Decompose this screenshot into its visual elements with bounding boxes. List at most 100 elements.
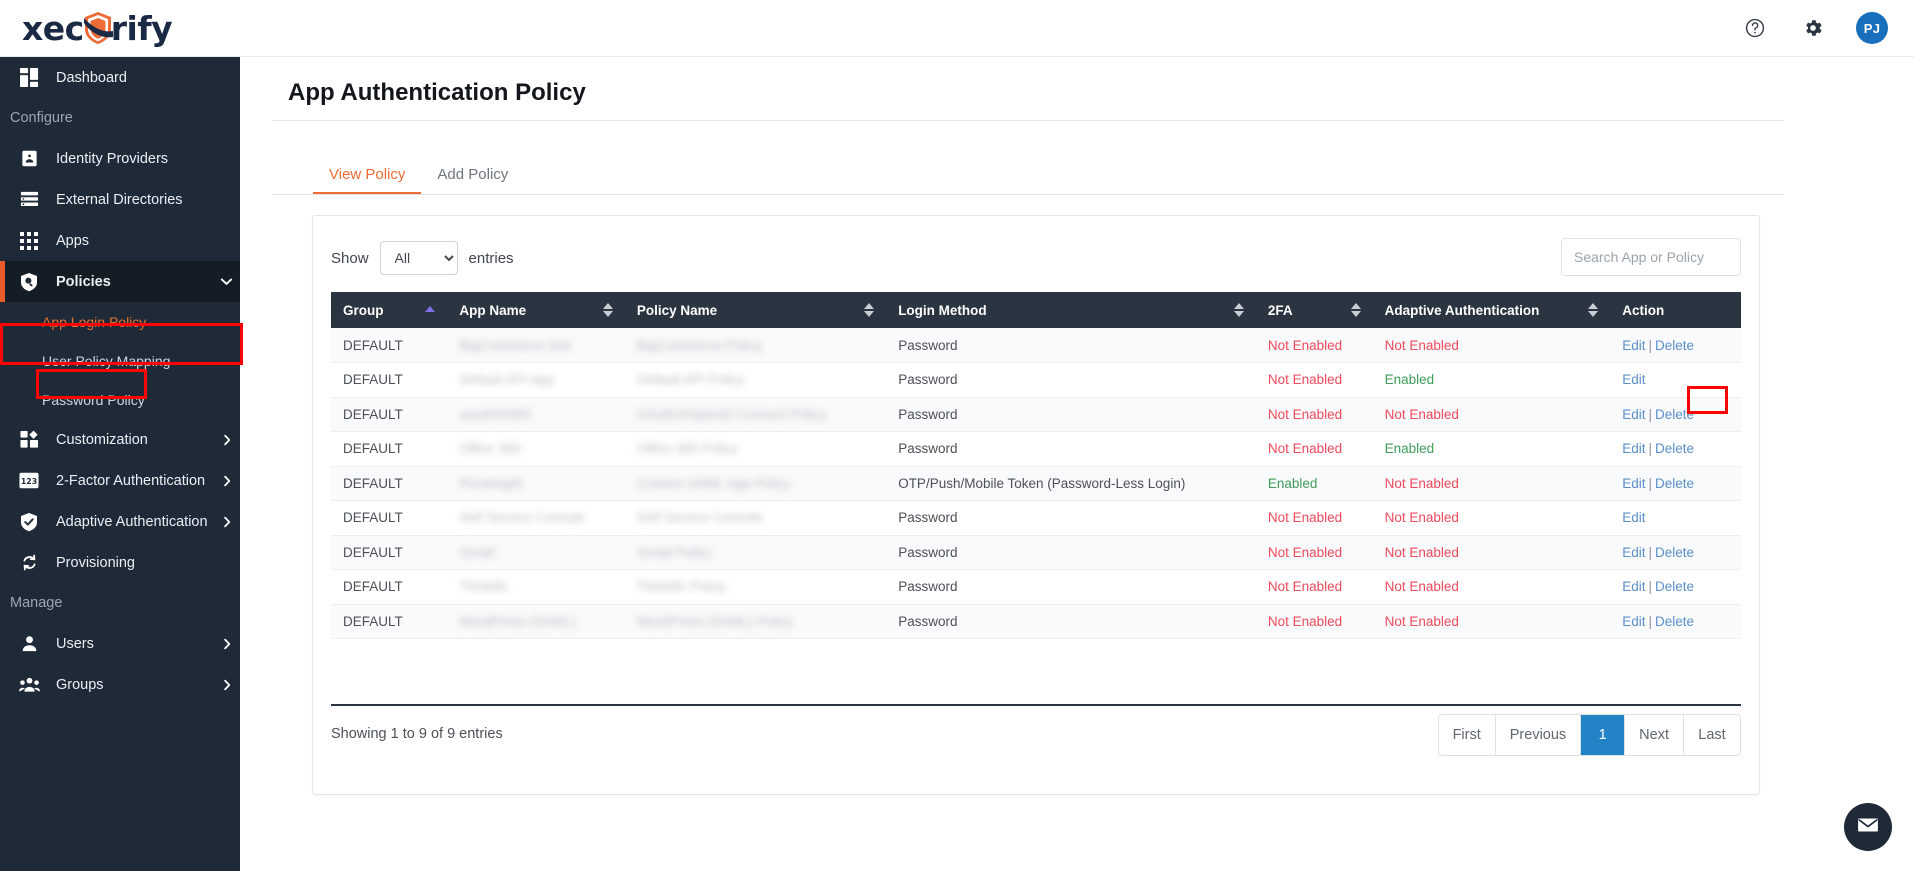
sidebar-item-provisioning[interactable]: Provisioning (0, 542, 240, 583)
sidebar-subitem-password-policy[interactable]: Password Policy (0, 380, 240, 419)
cell-group: DEFAULT (331, 328, 448, 363)
cell-2fa: Not Enabled (1255, 431, 1373, 467)
search-input[interactable] (1561, 238, 1741, 276)
table-row: DEFAULT Self Service Console Self Service … (331, 500, 1741, 536)
cell-policy-name: Office 365 Policy (624, 431, 887, 467)
app-name-value: Office 365 (459, 441, 521, 457)
policy-name-value: WordPress (SAML) Policy (636, 613, 793, 629)
edit-link[interactable]: Edit (1622, 614, 1645, 629)
delete-link[interactable]: Delete (1655, 338, 1694, 353)
column-label: Action (1622, 302, 1665, 318)
chevron-right-icon (220, 433, 234, 447)
column-header-adaptive-authentication[interactable]: Adaptive Authentication (1372, 292, 1611, 328)
sidebar-item-dashboard[interactable]: Dashboard (0, 57, 240, 98)
pagination-last[interactable]: Last (1684, 715, 1740, 755)
sidebar-item-users[interactable]: Users (0, 623, 240, 664)
cell-action: Edit | Delete (1610, 604, 1741, 639)
pagination-first[interactable]: First (1439, 715, 1496, 755)
chat-support-button[interactable] (1844, 803, 1892, 851)
cell-app-name: BigCommerce test (447, 328, 625, 363)
policy-name-value: BigCommerce Policy (636, 337, 763, 353)
column-header-app-name[interactable]: App Name (447, 292, 625, 328)
delete-link[interactable]: Delete (1655, 545, 1694, 560)
pagination-page-1[interactable]: 1 (1581, 715, 1626, 755)
tab-view-policy[interactable]: View Policy (313, 166, 422, 194)
sidebar-item-2-factor-authentication[interactable]: 123 2-Factor Authentication (0, 460, 240, 501)
edit-link[interactable]: Edit (1622, 407, 1645, 422)
sidebar-item-external-directories[interactable]: External Directories (0, 179, 240, 220)
chevron-right-icon (220, 515, 234, 529)
sort-icon (1233, 303, 1244, 317)
edit-link[interactable]: Edit (1622, 510, 1645, 525)
action-separator: | (1648, 441, 1653, 457)
sidebar-item-identity-providers[interactable]: Identity Providers (0, 138, 240, 179)
edit-link[interactable]: Edit (1622, 476, 1645, 491)
policy-name-value: Gmail Policy (636, 544, 712, 560)
edit-link[interactable]: Edit (1622, 441, 1645, 456)
show-entries-control: Show All 10 25 50 100 entries (331, 241, 514, 275)
sidebar-item-apps[interactable]: Apps (0, 220, 240, 261)
tab-add-policy[interactable]: Add Policy (421, 166, 524, 194)
chevron-right-icon (220, 637, 234, 651)
delete-link[interactable]: Delete (1655, 579, 1694, 594)
column-label: Policy Name (636, 302, 718, 318)
cell-group: DEFAULT (331, 431, 448, 467)
table-row: DEFAULT Default API App Default API Policy… (331, 362, 1741, 398)
column-label: Group (343, 302, 384, 318)
policy-name-value: Thinkific Policy (636, 579, 727, 595)
column-header-policy-name[interactable]: Policy Name (624, 292, 887, 328)
chevron-down-icon (219, 274, 234, 289)
cell-policy-name: Custom SAML App Policy (624, 466, 887, 501)
cell-login-method: Password (886, 604, 1256, 639)
help-circle-icon[interactable] (1740, 13, 1770, 43)
status-badge-2fa: Not Enabled (1267, 372, 1343, 388)
pagination-next[interactable]: Next (1625, 715, 1684, 755)
column-header-login-method[interactable]: Login Method (886, 292, 1256, 328)
status-badge-2fa: Not Enabled (1267, 510, 1343, 526)
entries-info: Showing 1 to 9 of 9 entries (331, 726, 503, 742)
edit-link[interactable]: Edit (1622, 338, 1645, 353)
column-header-group[interactable]: Group (331, 292, 448, 328)
cell-login-method: Password (886, 500, 1256, 536)
table-row: DEFAULT WordPress (SAML) WordPress (SAML) … (331, 604, 1741, 639)
sidebar-item-groups[interactable]: Groups (0, 664, 240, 705)
status-badge-adaptive: Enabled (1384, 441, 1435, 457)
users-group-icon (18, 674, 40, 696)
cell-adaptive-authentication: Not Enabled (1372, 500, 1611, 536)
svg-text:123: 123 (21, 477, 37, 486)
delete-link[interactable]: Delete (1655, 441, 1694, 456)
edit-link[interactable]: Edit (1622, 372, 1645, 387)
column-label: 2FA (1267, 302, 1293, 318)
page-length-select[interactable]: All 10 25 50 100 (379, 241, 458, 275)
sidebar-item-customization[interactable]: Customization (0, 419, 240, 460)
delete-link[interactable]: Delete (1655, 476, 1694, 491)
status-badge-adaptive: Not Enabled (1384, 544, 1459, 560)
cell-group: DEFAULT (331, 397, 448, 432)
status-badge-adaptive: Not Enabled (1384, 337, 1459, 353)
column-header-2fa[interactable]: 2FA (1255, 292, 1373, 328)
avatar[interactable]: PJ (1856, 12, 1888, 44)
pagination-previous[interactable]: Previous (1496, 715, 1582, 755)
delete-link[interactable]: Delete (1655, 614, 1694, 629)
cell-app-name: Office 365 (447, 431, 625, 467)
column-label: App Name (459, 302, 527, 318)
sidebar-subitem-app-login-policy[interactable]: App Login Policy (0, 302, 240, 341)
sidebar-item-adaptive-authentication[interactable]: Adaptive Authentication (0, 501, 240, 542)
sidebar-item-policies[interactable]: Policies (0, 261, 240, 302)
sidebar-subitem-label: App Login Policy (42, 313, 147, 330)
cell-adaptive-authentication: Not Enabled (1372, 466, 1611, 501)
sidebar-scroll[interactable]: Dashboard Configure Identity Providers E… (0, 57, 240, 871)
delete-link[interactable]: Delete (1655, 407, 1694, 422)
app-name-value: Self Service Console (459, 510, 585, 526)
policy-name-value: Self Service Console (636, 510, 763, 526)
show-label: Show (331, 249, 369, 267)
app-name-value: BigCommerce test (459, 337, 571, 353)
cell-login-method: OTP/Push/Mobile Token (Password-Less Log… (886, 466, 1256, 501)
table-body: DEFAULT BigCommerce test BigCommerce Polic… (331, 328, 1741, 639)
cell-group: DEFAULT (331, 604, 448, 639)
gear-icon[interactable] (1798, 13, 1828, 43)
brand-logo[interactable]: xec rify (0, 0, 240, 57)
edit-link[interactable]: Edit (1622, 579, 1645, 594)
sidebar-subitem-user-policy-mapping[interactable]: User Policy Mapping (0, 341, 240, 380)
edit-link[interactable]: Edit (1622, 545, 1645, 560)
